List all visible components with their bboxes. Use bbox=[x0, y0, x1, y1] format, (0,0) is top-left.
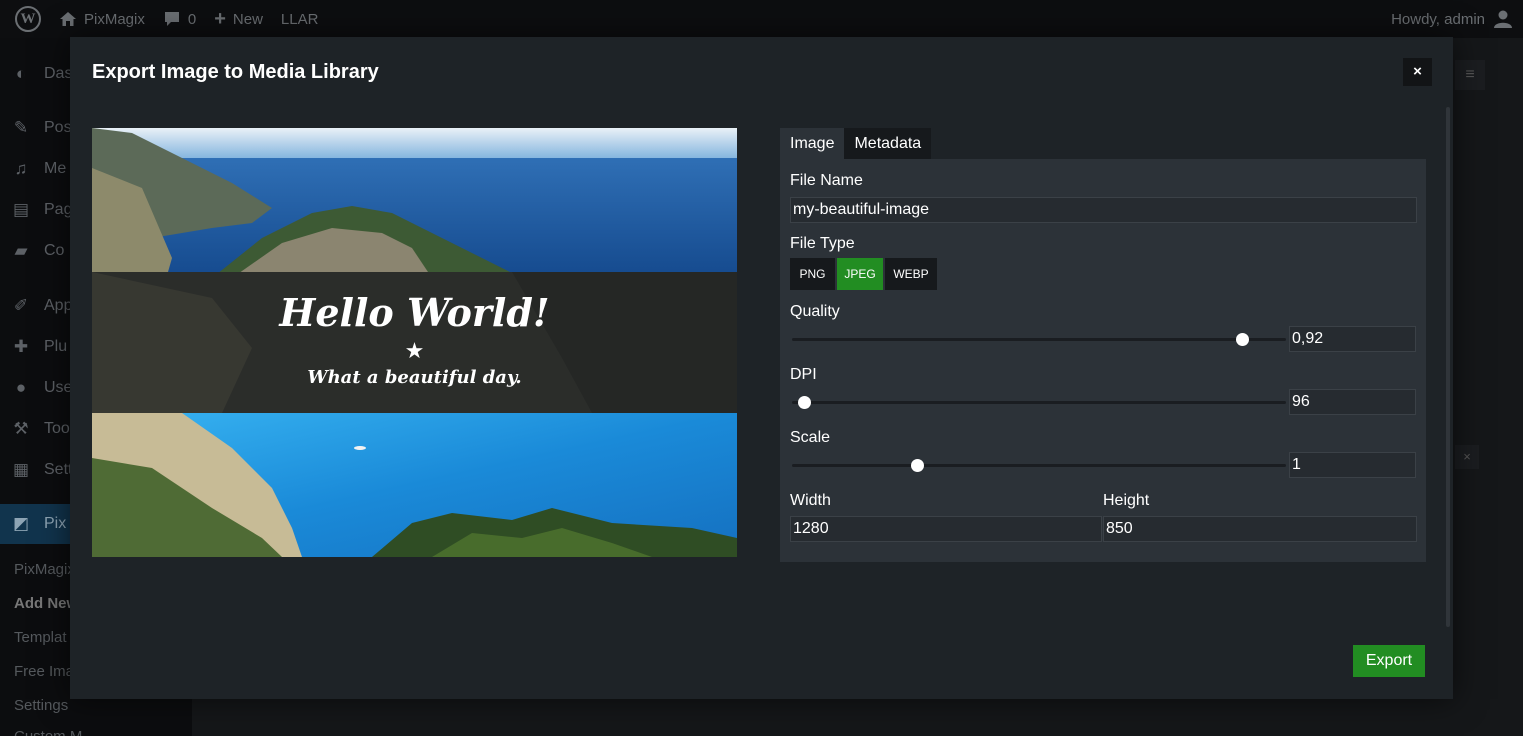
modal-title: Export Image to Media Library bbox=[92, 61, 379, 83]
appearance-icon: ✐ bbox=[13, 296, 29, 315]
export-button[interactable]: Export bbox=[1353, 645, 1425, 677]
sidebar-item-label: Too bbox=[44, 420, 70, 437]
comments-link[interactable]: 0 bbox=[154, 0, 205, 38]
height-label: Height bbox=[1103, 492, 1150, 509]
new-content-link[interactable]: + New bbox=[205, 0, 272, 38]
width-input[interactable] bbox=[790, 516, 1102, 542]
plugins-icon: ✚ bbox=[13, 337, 29, 356]
quality-label: Quality bbox=[790, 303, 840, 320]
users-icon: ● bbox=[15, 378, 27, 397]
my-account-link[interactable]: Howdy, admin bbox=[1391, 9, 1523, 29]
tools-icon: ⚒ bbox=[13, 419, 29, 438]
pages-icon: ▤ bbox=[12, 200, 30, 219]
file-name-input[interactable] bbox=[790, 197, 1417, 223]
width-label: Width bbox=[790, 492, 831, 509]
submenu-add-new[interactable]: Add New bbox=[14, 595, 78, 612]
tab-image[interactable]: Image bbox=[780, 128, 845, 159]
dashboard-icon: ◐ bbox=[15, 64, 27, 83]
sidebar-item-label: Plu bbox=[44, 338, 68, 355]
llar-link[interactable]: LLAR bbox=[272, 0, 328, 38]
export-modal: Export Image to Media Library × Hello Wo… bbox=[70, 37, 1453, 699]
modal-scrollbar[interactable] bbox=[1446, 107, 1450, 627]
plus-icon: + bbox=[214, 7, 226, 30]
greeting: Howdy, admin bbox=[1391, 10, 1485, 28]
sidebar-item-label: Sett bbox=[44, 461, 73, 478]
scale-label: Scale bbox=[790, 429, 831, 446]
site-name: PixMagix bbox=[84, 10, 145, 28]
sidebar-item-label: Pos bbox=[44, 119, 72, 136]
quality-slider-handle[interactable] bbox=[1236, 333, 1249, 346]
comment-icon bbox=[164, 12, 179, 26]
sidebar-item-label: App bbox=[44, 297, 73, 314]
submenu-templates[interactable]: Templat bbox=[14, 629, 67, 646]
close-button[interactable]: × bbox=[1403, 58, 1432, 86]
tab-metadata[interactable]: Metadata bbox=[844, 128, 932, 159]
file-type-png-button[interactable]: PNG bbox=[790, 258, 835, 290]
scale-slider-handle[interactable] bbox=[911, 459, 924, 472]
sidebar-item-label: Co bbox=[44, 242, 65, 259]
wp-logo-menu[interactable]: W bbox=[0, 0, 50, 38]
sidebar-item-label: Use bbox=[44, 379, 73, 396]
comments-icon: ▰ bbox=[14, 241, 28, 260]
submenu-custom[interactable]: Custom M bbox=[14, 728, 82, 736]
export-tabs: Image Metadata bbox=[780, 128, 932, 159]
scale-input[interactable] bbox=[1289, 452, 1416, 478]
sidebar-item-label: Pix bbox=[44, 515, 67, 532]
quality-input[interactable] bbox=[1289, 326, 1416, 352]
file-type-webp-button[interactable]: WEBP bbox=[885, 258, 937, 290]
height-input[interactable] bbox=[1103, 516, 1417, 542]
sidebar-item-label: Das bbox=[44, 65, 73, 82]
file-type-label: File Type bbox=[790, 235, 855, 252]
new-label: New bbox=[232, 10, 263, 28]
pixmagix-icon: ◩ bbox=[12, 514, 30, 533]
home-icon bbox=[60, 12, 76, 26]
sidebar-item-label: Pag bbox=[44, 201, 73, 218]
file-name-label: File Name bbox=[790, 172, 863, 189]
scale-slider[interactable] bbox=[792, 464, 1286, 467]
submenu-pixmagix[interactable]: PixMagix bbox=[14, 561, 75, 578]
admin-bar: W PixMagix 0 + New LLAR Howdy, admin bbox=[0, 0, 1523, 38]
preview-headline: Hello World! bbox=[279, 290, 550, 335]
close-icon[interactable]: × bbox=[1455, 445, 1479, 469]
pin-icon: ✎ bbox=[13, 118, 29, 137]
settings-icon: ▦ bbox=[12, 460, 30, 479]
wordpress-icon: W bbox=[15, 6, 41, 32]
image-preview: Hello World! ★ What a beautiful day. bbox=[92, 128, 737, 557]
site-name-link[interactable]: PixMagix bbox=[50, 0, 154, 38]
llar-label: LLAR bbox=[280, 10, 319, 28]
image-settings-panel: File Name File Type PNG JPEG WEBP Qualit… bbox=[780, 159, 1426, 562]
dpi-slider-handle[interactable] bbox=[798, 396, 811, 409]
dpi-input[interactable] bbox=[1289, 389, 1416, 415]
comments-count: 0 bbox=[187, 10, 197, 28]
submenu-free-images[interactable]: Free Ima bbox=[14, 663, 74, 680]
submenu-settings[interactable]: Settings bbox=[14, 697, 68, 714]
menu-icon[interactable]: ≡ bbox=[1455, 60, 1485, 90]
sidebar-item-label: Me bbox=[44, 160, 67, 177]
star-icon: ★ bbox=[404, 338, 425, 363]
preview-subtitle: What a beautiful day. bbox=[307, 367, 522, 388]
dpi-slider[interactable] bbox=[792, 401, 1286, 404]
user-avatar-icon bbox=[1494, 10, 1512, 28]
file-type-jpeg-button[interactable]: JPEG bbox=[837, 258, 883, 290]
dpi-label: DPI bbox=[790, 366, 817, 383]
media-icon: ♫ bbox=[14, 159, 28, 178]
quality-slider[interactable] bbox=[792, 338, 1286, 341]
